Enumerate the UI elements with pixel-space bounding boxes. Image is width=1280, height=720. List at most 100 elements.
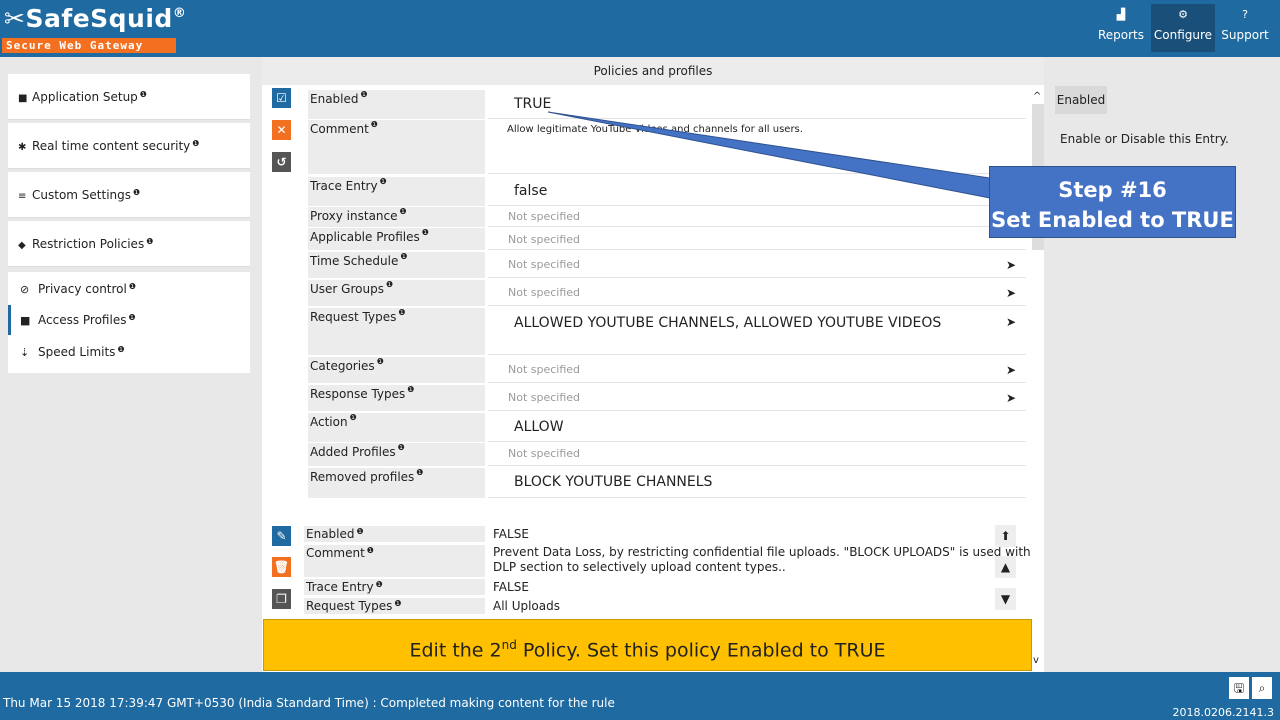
field-added-profiles[interactable]: Added Profiles ❶ Not specified (308, 443, 1026, 466)
send-icon[interactable]: ➤ (1006, 391, 1016, 405)
proxy-instance-value[interactable]: Not specified (488, 207, 1026, 227)
chart-icon: ▟ (1116, 8, 1126, 21)
undo-button[interactable]: ↺ (272, 152, 291, 172)
request-types-value[interactable]: ALLOWED YOUTUBE CHANNELS, ALLOWED YOUTUB… (488, 308, 1026, 355)
policy2-trace-entry[interactable]: Trace Entry ❶ FALSE (304, 579, 984, 595)
info-icon: ❶ (379, 177, 387, 186)
field-user-groups[interactable]: User Groups ❶ Not specified ➤ (308, 280, 1026, 306)
cancel-button[interactable]: ✕ (272, 120, 291, 140)
info-icon: ❶ (407, 385, 415, 394)
briefcase-icon: ■ (20, 314, 31, 327)
status-bar: Thu Mar 15 2018 17:39:47 GMT+0530 (India… (0, 672, 1280, 720)
field-comment[interactable]: Comment ❶ Allow legitimate YouTube Videos… (308, 120, 1026, 174)
user-groups-value[interactable]: Not specified ➤ (488, 280, 1026, 306)
field-enabled[interactable]: Enabled ❶ TRUE (308, 90, 1026, 119)
field-trace-entry[interactable]: Trace Entry ❶ false (308, 177, 1026, 206)
nav-support[interactable]: ? Support (1218, 4, 1272, 52)
info-icon: ❶ (394, 599, 402, 608)
field-applicable-profiles[interactable]: Applicable Profiles ❶ Not specified (308, 228, 1026, 250)
save-check-button[interactable]: ☑ (272, 88, 291, 108)
sidebar-item-restriction-policies[interactable]: ◆ Restriction Policies ❶ (8, 221, 250, 267)
search-button[interactable]: ⌕ (1252, 677, 1272, 699)
info-icon: ❶ (117, 345, 125, 354)
main-panel: Policies and profiles ☑ ✕ ↺ Enabled ❶ TRU… (262, 57, 1044, 672)
policy2-request-value: All Uploads (493, 599, 560, 613)
scroll-down-icon[interactable]: v (1033, 655, 1039, 666)
send-icon[interactable]: ➤ (1006, 315, 1016, 329)
info-icon: ❶ (133, 188, 141, 197)
sidebar-subpanel: ⊘ Privacy control ❶ ■ Access Profiles ❶ ⇣ Spe… (8, 272, 250, 373)
copy-icon: ❐ (276, 592, 287, 606)
field-request-types[interactable]: Request Types ❶ ALLOWED YOUTUBE CHANNELS,… (308, 308, 1026, 355)
info-icon: ❶ (416, 468, 424, 477)
trace-entry-value[interactable]: false (488, 177, 1026, 206)
move-down-button[interactable]: ▼ (995, 588, 1016, 610)
move-up-button[interactable]: ▲ (995, 556, 1016, 578)
sidebar-item-access-profiles[interactable]: ■ Access Profiles ❶ (8, 305, 250, 335)
enabled-value[interactable]: TRUE (488, 90, 1026, 119)
info-icon: ❶ (192, 139, 200, 148)
policy2-request-types[interactable]: Request Types ❶ All Uploads (304, 598, 984, 614)
safesquid-logo[interactable]: ✂SafeSquid® Secure Web Gateway (2, 2, 186, 54)
edit-button[interactable]: ✎ (272, 526, 291, 546)
nav-configure[interactable]: ⚙ Configure (1151, 4, 1215, 52)
policy2-comment-value: Prevent Data Loss, by restricting confid… (493, 545, 1031, 574)
removed-profiles-value[interactable]: BLOCK YOUTUBE CHANNELS (488, 468, 1026, 498)
field-help-description: Enable or Disable this Entry. (1060, 132, 1229, 146)
nav-reports[interactable]: ▟ Reports (1094, 4, 1148, 52)
undo-icon: ↺ (276, 155, 287, 169)
caret-down-icon: ▼ (1000, 592, 1011, 606)
save-icon: 🖫 (1233, 681, 1245, 695)
move-top-button[interactable]: ⬆ (995, 525, 1016, 547)
field-action[interactable]: Action ❶ ALLOW (308, 413, 1026, 442)
send-icon[interactable]: ➤ (1006, 286, 1016, 300)
briefcase-icon: ■ (18, 93, 28, 104)
sidebar-item-application-setup[interactable]: ■ Application Setup ❶ (8, 74, 250, 120)
sidebar-item-real-time-content-security[interactable]: ✱ Real time content security ❶ (8, 123, 250, 169)
field-time-schedule[interactable]: Time Schedule ❶ Not specified ➤ (308, 252, 1026, 278)
send-icon[interactable]: ➤ (1006, 363, 1016, 377)
top-bar: ✂SafeSquid® Secure Web Gateway ▟ Reports… (0, 0, 1280, 57)
info-icon: ❶ (360, 90, 368, 99)
arrow-up-circle-icon: ⬆ (1000, 529, 1011, 543)
info-icon: ❶ (146, 237, 154, 246)
field-response-types[interactable]: Response Types ❶ Not specified ➤ (308, 385, 1026, 411)
field-help-chip: Enabled (1055, 86, 1107, 114)
policy2-enabled-value: FALSE (493, 527, 529, 541)
info-icon: ❶ (349, 413, 357, 422)
brand-name: ✂SafeSquid® (4, 4, 187, 33)
field-categories[interactable]: Categories ❶ Not specified ➤ (308, 357, 1026, 383)
info-icon: ❶ (356, 527, 364, 536)
info-icon: ❶ (398, 308, 406, 317)
field-removed-profiles[interactable]: Removed profiles ❶ BLOCK YOUTUBE CHANNELS (308, 468, 1026, 498)
policy2-comment[interactable]: Comment ❶ Prevent Data Loss, by restricti… (304, 545, 1031, 577)
action-value[interactable]: ALLOW (488, 413, 1026, 442)
version-label: 2018.0206.2141.3 (1172, 706, 1274, 719)
sidebar-item-privacy-control[interactable]: ⊘ Privacy control ❶ (8, 274, 250, 304)
help-icon: ? (1242, 8, 1248, 21)
send-icon[interactable]: ➤ (1006, 258, 1016, 272)
applicable-profiles-value[interactable]: Not specified (488, 228, 1026, 250)
brand-tagline: Secure Web Gateway (2, 38, 176, 53)
copy-button[interactable]: ❐ (272, 589, 291, 609)
check-icon: ☑ (276, 91, 287, 105)
sidebar-item-speed-limits[interactable]: ⇣ Speed Limits ❶ (8, 337, 250, 367)
scroll-up-icon[interactable]: ^ (1033, 91, 1041, 102)
delete-button[interactable]: 🗑 (272, 557, 291, 577)
info-icon: ❶ (375, 580, 383, 589)
cogs-icon: ⚙ (1178, 8, 1188, 21)
added-profiles-value[interactable]: Not specified (488, 443, 1026, 466)
info-icon: ❶ (139, 90, 147, 99)
time-schedule-value[interactable]: Not specified ➤ (488, 252, 1026, 278)
info-icon: ❶ (366, 546, 374, 555)
categories-value[interactable]: Not specified ➤ (488, 357, 1026, 383)
sidebar-item-custom-settings[interactable]: ≡ Custom Settings ❶ (8, 172, 250, 218)
edit-icon: ✎ (276, 529, 287, 543)
save-button[interactable]: 🖫 (1229, 677, 1249, 699)
close-icon: ✕ (276, 123, 287, 137)
comment-value[interactable]: Allow legitimate YouTube Videos and chan… (488, 120, 1026, 174)
field-proxy-instance[interactable]: Proxy instance ❶ Not specified (308, 207, 1026, 227)
policy2-enabled[interactable]: Enabled ❶ FALSE (304, 526, 984, 542)
status-text: Thu Mar 15 2018 17:39:47 GMT+0530 (India… (3, 696, 615, 710)
response-types-value[interactable]: Not specified ➤ (488, 385, 1026, 411)
